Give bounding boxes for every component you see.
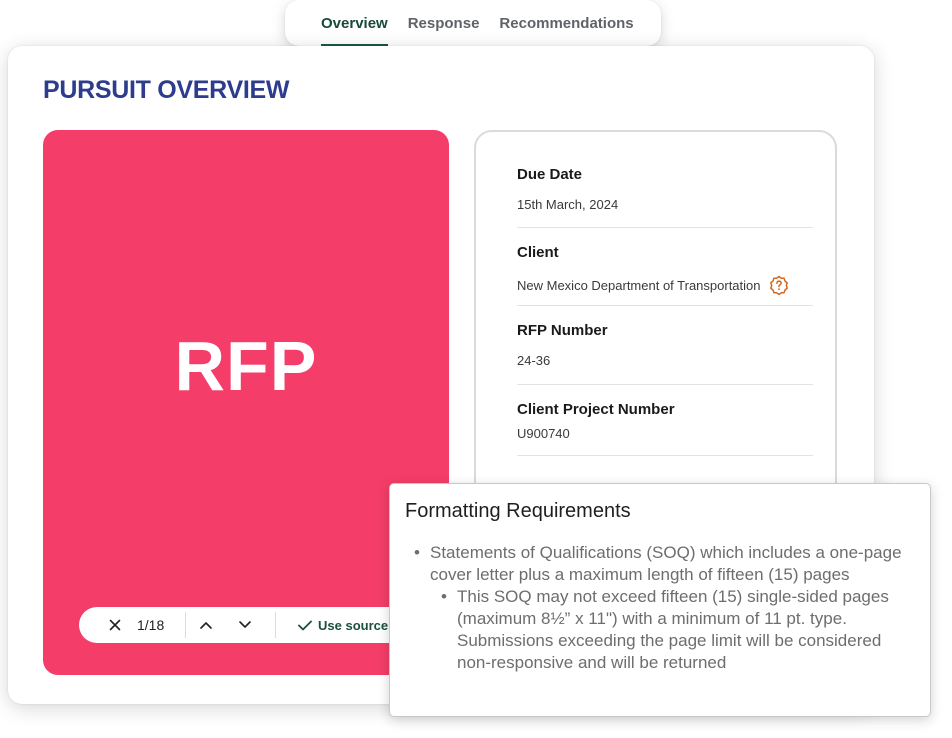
field-label: Client Project Number <box>517 401 675 418</box>
use-source-button[interactable]: Use source <box>298 618 388 633</box>
tab-bar: Overview Response Recommendations <box>285 0 661 46</box>
requirements-list: Statements of Qualifications (SOQ) which… <box>414 542 910 674</box>
sub-requirements-list: This SOQ may not exceed fifteen (15) sin… <box>441 586 910 674</box>
next-page-button[interactable] <box>225 621 264 629</box>
page-indicator: 1/18 <box>137 617 165 633</box>
due-date-value: 15th March, 2024 <box>517 197 619 212</box>
field-label: Due Date <box>517 166 583 183</box>
client-field: Client New Mexico Department of Transpor… <box>517 244 813 295</box>
field-value: New Mexico Department of Transportation <box>517 275 813 295</box>
document-toolbar: 1/18 Use source <box>79 607 419 643</box>
field-value: 15th March, 2024 <box>517 197 813 212</box>
divider <box>517 384 813 385</box>
close-icon <box>109 619 121 631</box>
requirement-text: Statements of Qualifications (SOQ) which… <box>430 543 902 584</box>
popup-title: Formatting Requirements <box>405 500 631 522</box>
rfp-number-value: 24-36 <box>517 353 551 368</box>
pursuit-details-panel: Due Date 15th March, 2024 Client New Mex… <box>474 130 837 510</box>
field-value: U900740 <box>517 426 813 441</box>
list-item: This SOQ may not exceed fifteen (15) sin… <box>441 586 910 674</box>
toolbar-divider <box>275 612 276 638</box>
tab-response[interactable]: Response <box>408 15 480 46</box>
field-label: RFP Number <box>517 322 608 339</box>
client-value: New Mexico Department of Transportation <box>517 277 761 293</box>
document-preview-text: RFP <box>174 327 318 405</box>
due-date-field: Due Date 15th March, 2024 <box>517 166 813 212</box>
field-value: 24-36 <box>517 353 813 368</box>
question-badge-icon[interactable] <box>769 275 789 295</box>
tab-recommendations[interactable]: Recommendations <box>499 15 633 46</box>
divider <box>517 455 813 456</box>
page-title: PURSUIT OVERVIEW <box>43 76 290 104</box>
client-project-number-field: Client Project Number U900740 <box>517 401 813 441</box>
check-icon <box>298 620 312 630</box>
divider <box>517 227 813 228</box>
use-source-label: Use source <box>318 617 389 633</box>
rfp-number-field: RFP Number 24-36 <box>517 322 813 368</box>
client-project-number-value: U900740 <box>517 426 570 441</box>
field-label: Client <box>517 244 559 261</box>
chevron-up-icon <box>199 622 212 629</box>
list-item: Statements of Qualifications (SOQ) which… <box>414 542 910 674</box>
tab-overview[interactable]: Overview <box>321 15 388 46</box>
divider <box>517 305 813 306</box>
previous-page-button[interactable] <box>186 621 225 629</box>
chevron-down-icon <box>238 621 251 628</box>
sub-requirement-text: This SOQ may not exceed fifteen (15) sin… <box>457 587 889 672</box>
formatting-requirements-popup: Formatting Requirements Statements of Qu… <box>389 483 931 717</box>
